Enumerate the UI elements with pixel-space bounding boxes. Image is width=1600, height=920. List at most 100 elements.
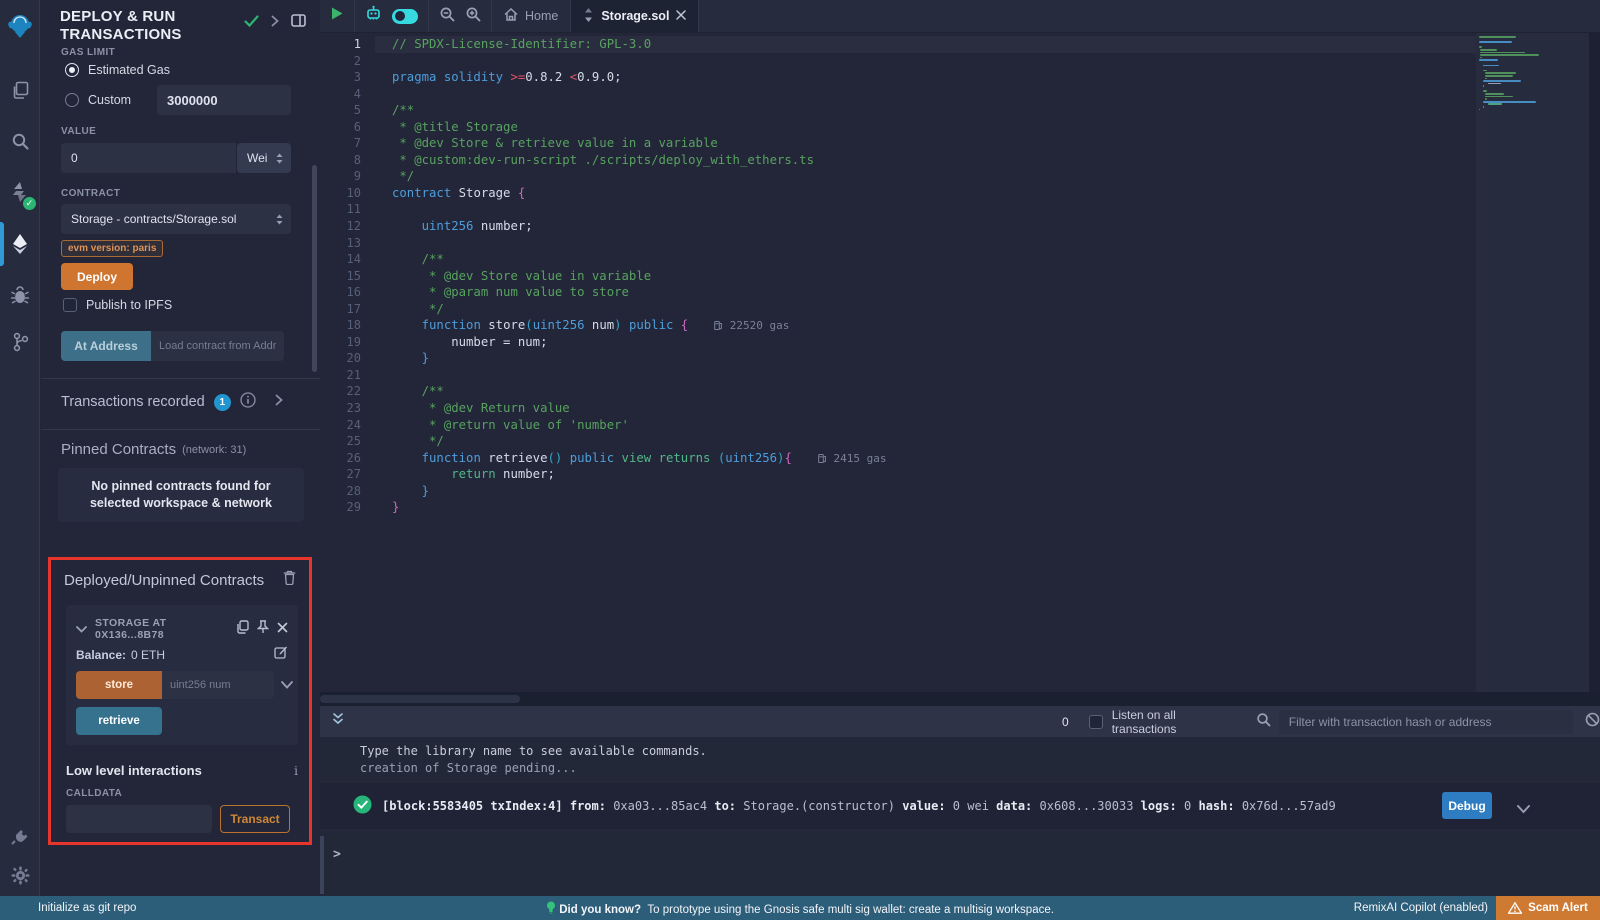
terminal-line: Type the library name to see available c… xyxy=(360,743,1600,760)
zoom-out-icon[interactable] xyxy=(439,6,455,27)
terminal-prompt[interactable]: > xyxy=(333,847,341,862)
code-line: * @dev Store value in variable xyxy=(375,268,1600,285)
pinned-contracts-title: Pinned Contracts xyxy=(61,441,176,458)
deployed-contracts-title: Deployed/Unpinned Contracts xyxy=(64,572,264,589)
panel-scrollbar[interactable] xyxy=(312,165,317,372)
tab-storage-sol[interactable]: Storage.sol xyxy=(571,0,699,32)
transactions-count-badge: 1 xyxy=(214,394,231,411)
clear-console-icon[interactable] xyxy=(1585,712,1600,732)
git-init-button[interactable]: Initialize as git repo xyxy=(0,902,136,914)
balance-value: 0 ETH xyxy=(131,648,165,662)
terminal-toolbar: 0 Listen on all transactions xyxy=(320,706,1600,737)
pinned-network-label: (network: 31) xyxy=(182,444,246,456)
radio-unselected-icon[interactable] xyxy=(65,93,79,107)
listen-all-checkbox[interactable] xyxy=(1089,715,1103,729)
close-contract-icon[interactable] xyxy=(277,620,288,638)
custom-gas-input[interactable] xyxy=(157,85,291,115)
at-address-button[interactable]: At Address xyxy=(61,331,151,361)
editor-hscrollbar[interactable] xyxy=(320,692,1600,706)
code-line: /** xyxy=(375,102,1600,119)
contract-selected: Storage - contracts/Storage.sol xyxy=(71,212,236,226)
info-icon[interactable] xyxy=(240,392,256,413)
terminal-scrollbar[interactable] xyxy=(320,836,324,894)
ai-robot-icon[interactable] xyxy=(365,5,382,27)
publish-ipfs-checkbox[interactable] xyxy=(63,298,77,312)
collapse-chevron-icon[interactable] xyxy=(76,620,87,638)
code-line: function store(uint256 num) public { 225… xyxy=(375,317,1600,334)
updown-arrows-icon xyxy=(276,153,283,164)
panel-expand-chevron-icon[interactable] xyxy=(271,14,279,32)
remix-logo-icon[interactable] xyxy=(0,6,40,46)
debugger-icon[interactable] xyxy=(0,275,40,315)
panel-title: DEPLOY & RUN TRANSACTIONS xyxy=(60,8,230,44)
minimap-content xyxy=(1476,33,1589,111)
debug-button[interactable]: Debug xyxy=(1442,792,1492,819)
retrieve-function-button[interactable]: retrieve xyxy=(76,707,162,735)
contract-label: CONTRACT xyxy=(61,188,120,199)
editor-minimap[interactable] xyxy=(1476,33,1589,692)
expand-args-chevron-icon[interactable] xyxy=(281,676,293,694)
deploy-and-run-icon[interactable] xyxy=(0,224,40,264)
radio-selected-icon[interactable] xyxy=(65,63,79,77)
tx-expand-chevron-icon[interactable] xyxy=(1517,799,1530,818)
editor-gutter: 1234567891011121314151617181920212223242… xyxy=(320,33,375,679)
store-function-button[interactable]: store xyxy=(76,671,162,699)
code-line xyxy=(375,86,1600,103)
expand-terminal-icon[interactable] xyxy=(332,712,344,731)
copilot-toggle[interactable] xyxy=(392,9,418,24)
gas-estimate: 2415 gas xyxy=(818,452,887,465)
contract-select[interactable]: Storage - contracts/Storage.sol xyxy=(61,204,291,234)
at-address-input[interactable] xyxy=(151,331,284,361)
solidity-compiler-icon[interactable]: ✓ xyxy=(0,172,40,212)
terminal[interactable]: Type the library name to see available c… xyxy=(320,737,1600,896)
search-icon[interactable] xyxy=(0,121,40,161)
low-level-info-icon[interactable]: i xyxy=(294,764,298,778)
zoom-in-icon[interactable] xyxy=(465,6,481,27)
copy-address-icon[interactable] xyxy=(236,620,249,639)
lightbulb-icon xyxy=(546,901,556,915)
edit-balance-icon[interactable] xyxy=(274,645,288,664)
code-line: contract Storage { xyxy=(375,185,1600,202)
store-args-input[interactable] xyxy=(162,671,274,699)
unit-selected: Wei xyxy=(247,151,267,165)
estimated-gas-radio[interactable]: Estimated Gas xyxy=(65,63,170,77)
copilot-status[interactable]: RemixAI Copilot (enabled) xyxy=(1354,902,1488,914)
transactions-recorded-label: Transactions recorded xyxy=(61,394,205,410)
compile-success-badge: ✓ xyxy=(23,197,36,210)
trash-icon[interactable] xyxy=(283,570,296,590)
deployed-contract-card: STORAGE AT 0X136...8B78 Balance: 0 ETH s… xyxy=(66,605,298,745)
git-icon[interactable] xyxy=(0,322,40,362)
tip-text: To prototype using the Gnosis safe multi… xyxy=(647,904,1054,916)
close-tab-icon[interactable] xyxy=(676,9,686,23)
code-line: function retrieve() public view returns … xyxy=(375,450,1600,467)
custom-gas-radio[interactable]: Custom xyxy=(65,93,131,107)
evm-version-badge: evm version: paris xyxy=(61,240,163,257)
value-unit-select[interactable]: Wei xyxy=(237,143,291,173)
editor-topbar: Home Storage.sol xyxy=(320,0,1600,33)
transact-button[interactable]: Transact xyxy=(220,805,290,833)
pin-contract-icon[interactable] xyxy=(257,620,269,639)
editor-code[interactable]: // SPDX-License-Identifier: GPL-3.0pragm… xyxy=(375,33,1600,679)
estimated-gas-radio-label: Estimated Gas xyxy=(88,63,170,77)
plugin-manager-icon[interactable] xyxy=(0,815,40,855)
code-line: /** xyxy=(375,251,1600,268)
publish-ipfs-row[interactable]: Publish to IPFS xyxy=(63,298,172,312)
deploy-button[interactable]: Deploy xyxy=(61,263,133,290)
pin-panel-icon[interactable] xyxy=(291,14,306,32)
terminal-search-icon xyxy=(1256,712,1271,732)
code-line xyxy=(375,53,1600,70)
value-input[interactable] xyxy=(61,143,236,173)
run-script-icon[interactable] xyxy=(330,6,344,26)
scam-alert-button[interactable]: Scam Alert xyxy=(1496,896,1600,920)
settings-gear-icon[interactable] xyxy=(0,855,40,895)
transaction-row[interactable]: [block:5583405 txIndex:4] from: 0xa03...… xyxy=(320,783,1600,829)
terminal-filter-input[interactable] xyxy=(1279,710,1573,734)
calldata-input[interactable] xyxy=(66,805,212,833)
code-line xyxy=(375,367,1600,384)
tab-home[interactable]: Home xyxy=(492,0,571,32)
deployed-contracts-highlight: Deployed/Unpinned Contracts STORAGE AT 0… xyxy=(48,557,312,845)
deploy-run-panel: DEPLOY & RUN TRANSACTIONS GAS LIMIT Esti… xyxy=(41,0,320,896)
panel-ok-check-icon xyxy=(244,14,259,32)
file-explorer-icon[interactable] xyxy=(0,70,40,110)
transactions-expand-chevron-icon[interactable] xyxy=(275,393,283,411)
